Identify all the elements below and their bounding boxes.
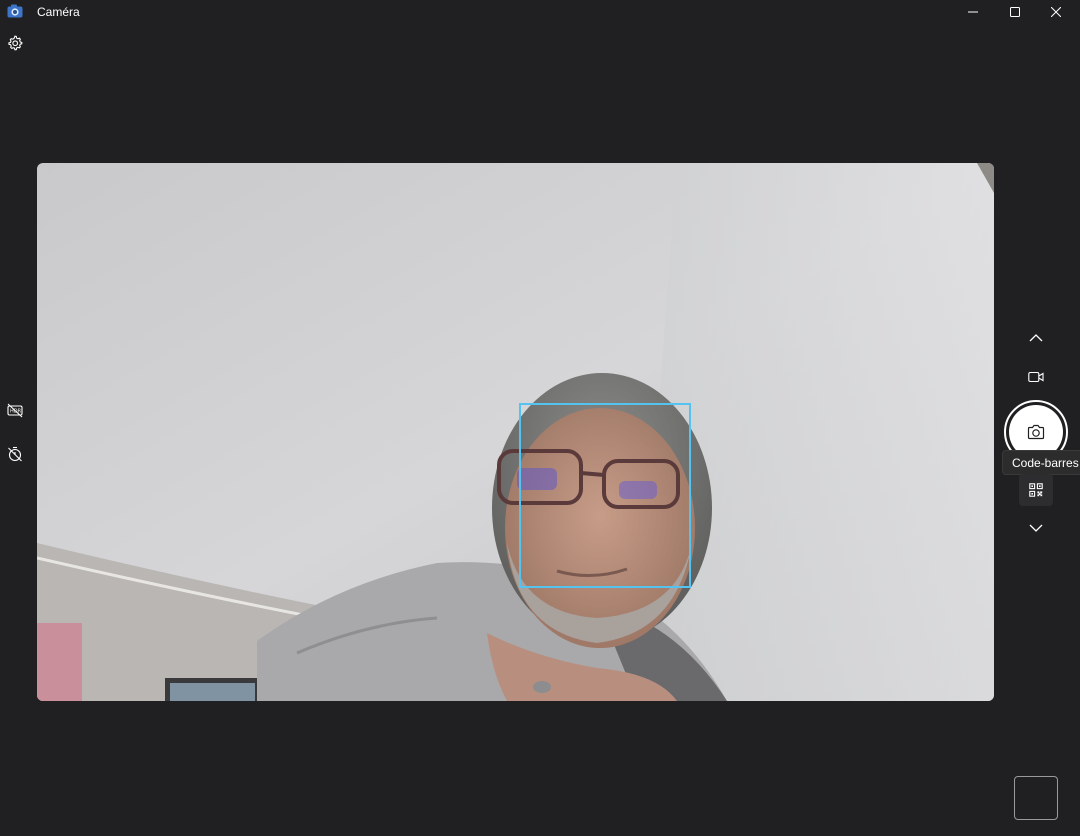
maximize-button[interactable] bbox=[995, 0, 1035, 24]
svg-text:HDR: HDR bbox=[10, 409, 22, 415]
camera-window: Caméra HDR Code-barres bbox=[0, 0, 1080, 836]
maximize-icon bbox=[1010, 7, 1020, 17]
face-detection-box bbox=[519, 403, 691, 588]
minimize-button[interactable] bbox=[953, 0, 993, 24]
camera-app-icon bbox=[7, 4, 23, 18]
title-bar: Caméra bbox=[0, 0, 1080, 24]
close-icon bbox=[1051, 7, 1061, 17]
settings-button[interactable] bbox=[5, 33, 25, 53]
barcode-tooltip: Code-barres bbox=[1002, 450, 1080, 475]
mode-down-button[interactable] bbox=[1020, 512, 1052, 544]
barcode-mode-button[interactable] bbox=[1019, 474, 1053, 506]
hdr-off-icon: HDR bbox=[7, 403, 23, 418]
video-mode-button[interactable] bbox=[1020, 361, 1052, 393]
chevron-up-icon bbox=[1029, 334, 1043, 342]
window-title: Caméra bbox=[37, 5, 80, 19]
gallery-thumbnail-button[interactable] bbox=[1014, 776, 1058, 820]
chevron-down-icon bbox=[1029, 524, 1043, 532]
timer-off-icon bbox=[8, 446, 22, 462]
camera-viewfinder[interactable] bbox=[37, 163, 994, 701]
qr-code-icon bbox=[1029, 483, 1043, 497]
minimize-icon bbox=[968, 11, 978, 13]
mode-up-button[interactable] bbox=[1020, 322, 1052, 354]
video-camera-icon bbox=[1028, 371, 1044, 383]
camera-icon bbox=[1027, 424, 1045, 440]
close-button[interactable] bbox=[1036, 0, 1076, 24]
hdr-off-button[interactable]: HDR bbox=[3, 398, 27, 422]
timer-off-button[interactable] bbox=[3, 442, 27, 466]
gear-icon bbox=[8, 35, 23, 51]
camera-preview-image bbox=[37, 163, 994, 701]
